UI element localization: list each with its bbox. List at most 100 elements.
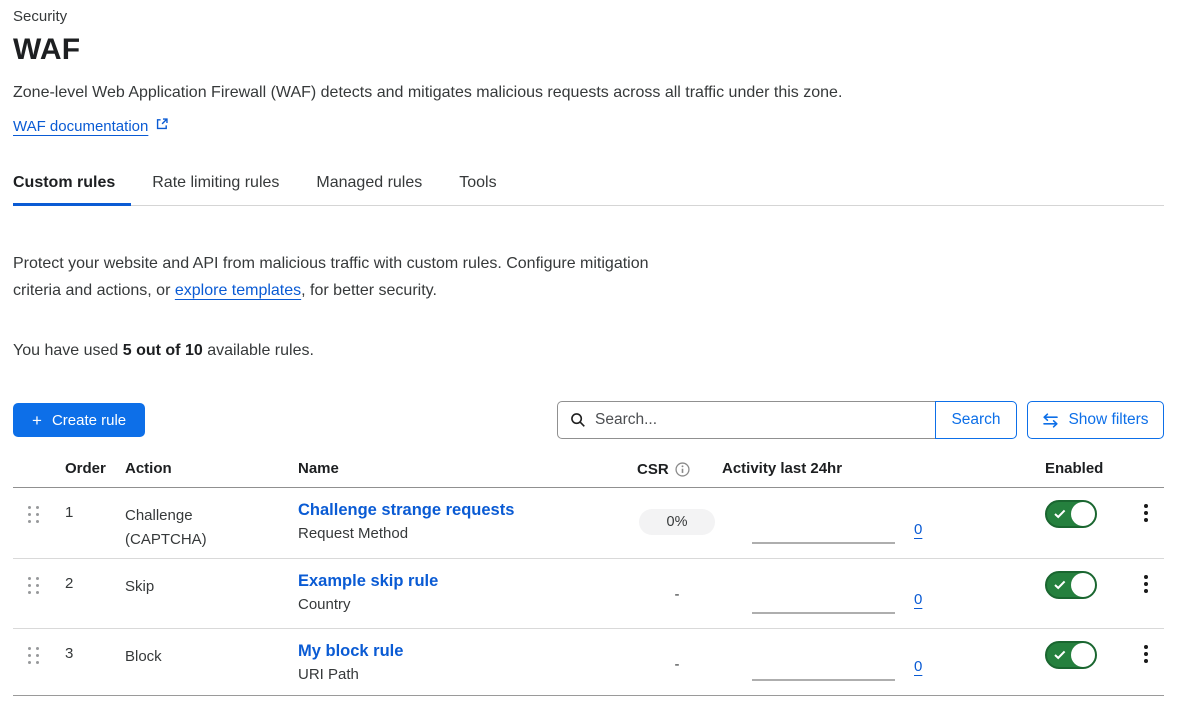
- tab-bar: Custom rules Rate limiting rules Managed…: [13, 174, 1164, 206]
- activity-count-link[interactable]: 0: [914, 658, 922, 675]
- action-cell: Block: [125, 629, 250, 695]
- activity-sparkline: [752, 542, 895, 544]
- activity-cell: 0: [722, 488, 1045, 558]
- rules-toolbar: + Create rule Search Show filt: [13, 401, 1164, 439]
- checkmark-icon: [1054, 509, 1066, 519]
- table-row: 1 Challenge (CAPTCHA) Challenge strange …: [13, 488, 1164, 558]
- enabled-cell: [1045, 629, 1128, 695]
- activity-cell: 0: [722, 629, 1045, 695]
- checkmark-icon: [1054, 650, 1066, 660]
- usage-pre: You have used: [13, 342, 123, 359]
- menu-cell: [1128, 559, 1164, 628]
- search-group: Search: [557, 401, 1017, 439]
- toggle-knob: [1071, 502, 1095, 526]
- rule-name-link[interactable]: My block rule: [298, 642, 403, 661]
- header-menu-spacer: [1128, 460, 1164, 478]
- enabled-toggle[interactable]: [1045, 500, 1097, 528]
- drag-handle-icon[interactable]: [28, 506, 39, 523]
- enabled-toggle[interactable]: [1045, 571, 1097, 599]
- show-filters-label: Show filters: [1068, 411, 1148, 429]
- table-header-row: Order Action Name CSR Activity last 24hr…: [13, 460, 1164, 488]
- enabled-cell: [1045, 488, 1128, 558]
- activity-count-link[interactable]: 0: [914, 591, 922, 608]
- order-cell: 2: [65, 559, 125, 628]
- create-rule-label: Create rule: [52, 412, 126, 429]
- table-body: 1 Challenge (CAPTCHA) Challenge strange …: [13, 488, 1164, 696]
- info-icon[interactable]: [675, 462, 690, 477]
- col-header-enabled: Enabled: [1045, 460, 1128, 478]
- csr-cell: -: [637, 629, 722, 695]
- search-input[interactable]: [557, 401, 935, 439]
- toggle-knob: [1071, 573, 1095, 597]
- page-title: WAF: [13, 33, 1164, 67]
- toolbar-right: Search Show filters: [557, 401, 1164, 439]
- csr-cell: 0%: [637, 488, 722, 558]
- tab-tools[interactable]: Tools: [459, 174, 496, 205]
- col-header-activity: Activity last 24hr: [722, 460, 1045, 478]
- usage-post: available rules.: [203, 342, 314, 359]
- search-icon: [570, 412, 586, 428]
- activity-sparkline: [752, 612, 895, 614]
- search-input-wrap: [557, 401, 935, 439]
- waf-page: Security WAF Zone-level Web Application …: [0, 8, 1177, 696]
- kebab-menu-icon[interactable]: [1138, 573, 1154, 628]
- usage-text: You have used 5 out of 10 available rule…: [13, 342, 1164, 360]
- name-cell: Challenge strange requests Request Metho…: [298, 488, 637, 558]
- activity-cell: 0: [722, 559, 1045, 628]
- tab-rate-limiting-rules[interactable]: Rate limiting rules: [152, 174, 279, 205]
- drag-handle-icon[interactable]: [28, 577, 39, 594]
- rule-name-link[interactable]: Example skip rule: [298, 572, 438, 591]
- drag-cell: [13, 488, 65, 558]
- intro-line2-post: , for better security.: [301, 282, 437, 299]
- order-cell: 3: [65, 629, 125, 695]
- rule-field: Country: [298, 596, 637, 613]
- kebab-menu-icon[interactable]: [1138, 643, 1154, 695]
- rule-field: URI Path: [298, 666, 637, 683]
- menu-cell: [1128, 629, 1164, 695]
- checkmark-icon: [1054, 580, 1066, 590]
- doc-link-row: WAF documentation: [13, 117, 1164, 136]
- toggle-knob: [1071, 643, 1095, 667]
- rule-name-link[interactable]: Challenge strange requests: [298, 501, 514, 520]
- csr-value: -: [639, 650, 715, 673]
- usage-count: 5 out of 10: [123, 342, 203, 359]
- plus-icon: +: [32, 412, 42, 429]
- drag-handle-icon[interactable]: [28, 647, 39, 664]
- create-rule-button[interactable]: + Create rule: [13, 403, 145, 437]
- header-drag-spacer: [13, 460, 65, 478]
- action-cell: Skip: [125, 559, 250, 628]
- col-header-action: Action: [125, 460, 298, 478]
- external-link-icon: [155, 117, 169, 136]
- drag-cell: [13, 629, 65, 695]
- show-filters-button[interactable]: Show filters: [1027, 401, 1164, 439]
- table-row: 2 Skip Example skip rule Country - 0: [13, 558, 1164, 628]
- intro-line2-pre: criteria and actions, or: [13, 282, 175, 299]
- rules-table: Order Action Name CSR Activity last 24hr…: [13, 460, 1164, 696]
- menu-cell: [1128, 488, 1164, 558]
- activity-sparkline: [752, 679, 895, 681]
- swap-arrows-icon: [1042, 413, 1059, 428]
- activity-count-link[interactable]: 0: [914, 521, 922, 538]
- explore-templates-link[interactable]: explore templates: [175, 282, 301, 299]
- waf-documentation-link[interactable]: WAF documentation: [13, 118, 148, 135]
- drag-cell: [13, 559, 65, 628]
- search-button[interactable]: Search: [935, 401, 1017, 439]
- enabled-cell: [1045, 559, 1128, 628]
- action-cell: Challenge (CAPTCHA): [125, 488, 250, 558]
- kebab-menu-icon[interactable]: [1138, 502, 1154, 558]
- col-header-order: Order: [65, 460, 125, 478]
- tab-managed-rules[interactable]: Managed rules: [316, 174, 422, 205]
- name-cell: Example skip rule Country: [298, 559, 637, 628]
- csr-value: -: [639, 580, 715, 603]
- col-header-csr: CSR: [637, 460, 722, 478]
- breadcrumb-security: Security: [13, 8, 1164, 25]
- tab-custom-rules[interactable]: Custom rules: [13, 174, 115, 205]
- table-row: 3 Block My block rule URI Path - 0: [13, 628, 1164, 695]
- csr-header-label: CSR: [637, 461, 669, 478]
- intro-line1: Protect your website and API from malici…: [13, 255, 649, 272]
- page-description: Zone-level Web Application Firewall (WAF…: [13, 83, 1164, 103]
- enabled-toggle[interactable]: [1045, 641, 1097, 669]
- name-cell: My block rule URI Path: [298, 629, 637, 695]
- intro-text: Protect your website and API from malici…: [13, 250, 1164, 304]
- csr-badge: 0%: [639, 509, 715, 535]
